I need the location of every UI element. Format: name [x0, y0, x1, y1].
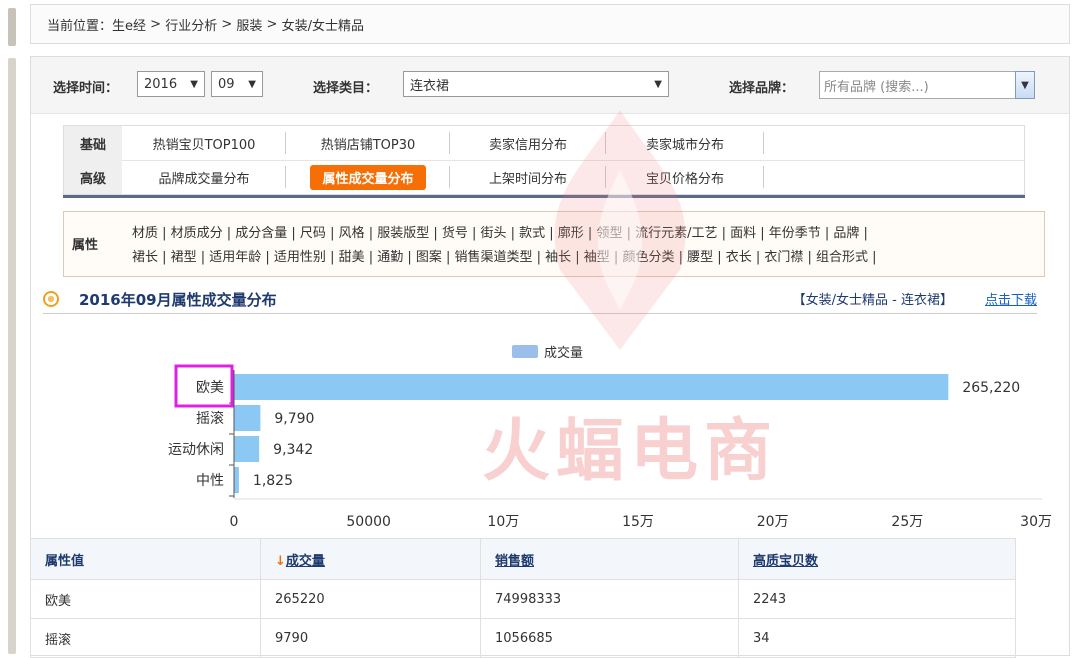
cell: 欧美 [30, 579, 261, 619]
col-volume[interactable]: ↓成交量 [260, 538, 481, 580]
bar-value-label: 9,342 [273, 442, 313, 458]
cell: 74998333 [480, 579, 739, 619]
bar [234, 405, 261, 431]
cell: 1056685 [480, 618, 739, 658]
bar-value-label: 265,220 [962, 380, 1020, 396]
col-quality-items[interactable]: 高质宝贝数 [738, 538, 1016, 580]
bar [234, 374, 949, 400]
col-attribute-value: 属性值 [30, 538, 261, 580]
category-tick-label: 摇滚 [196, 410, 224, 427]
x-tick-label: 25万 [891, 514, 923, 530]
bar [234, 467, 239, 493]
x-tick-label: 50000 [346, 514, 391, 530]
x-tick-label: 20万 [757, 514, 789, 530]
chart-legend: 成交量 [512, 345, 583, 361]
x-tick-label: 30万 [1020, 514, 1052, 530]
table-header-row: 属性值 ↓成交量 销售额 高质宝贝数 [30, 538, 1016, 580]
category-tick-label: 运动休闲 [168, 442, 224, 458]
x-tick-label: 15万 [622, 514, 654, 530]
chart-bars: 欧美 265,220 摇滚 9,790 运动休闲 9,342 中性 1,825 [168, 364, 1020, 497]
bar-value-label: 1,825 [253, 473, 293, 489]
bar-value-label: 9,790 [274, 411, 314, 427]
bar [234, 436, 260, 462]
cell: 摇滚 [30, 618, 261, 658]
cell: 34 [738, 618, 1016, 658]
category-tick-label: 中性 [196, 473, 224, 489]
attribute-table: 属性值 ↓成交量 销售额 高质宝贝数 欧美 265220 74998333 22… [30, 538, 1016, 658]
cell: 9790 [260, 618, 481, 658]
table-row: 摇滚 9790 1056685 34 [30, 618, 1016, 658]
cell: 2243 [738, 579, 1016, 619]
cell: 265220 [260, 579, 481, 619]
col-sales[interactable]: 销售额 [480, 538, 739, 580]
x-tick-label: 0 [230, 514, 239, 530]
legend-label: 成交量 [544, 345, 583, 361]
sort-desc-icon: ↓ [275, 553, 286, 569]
table-row: 欧美 265220 74998333 2243 [30, 579, 1016, 619]
legend-swatch [512, 345, 538, 358]
x-tick-label: 10万 [487, 514, 519, 530]
category-tick-label: 欧美 [196, 380, 224, 396]
